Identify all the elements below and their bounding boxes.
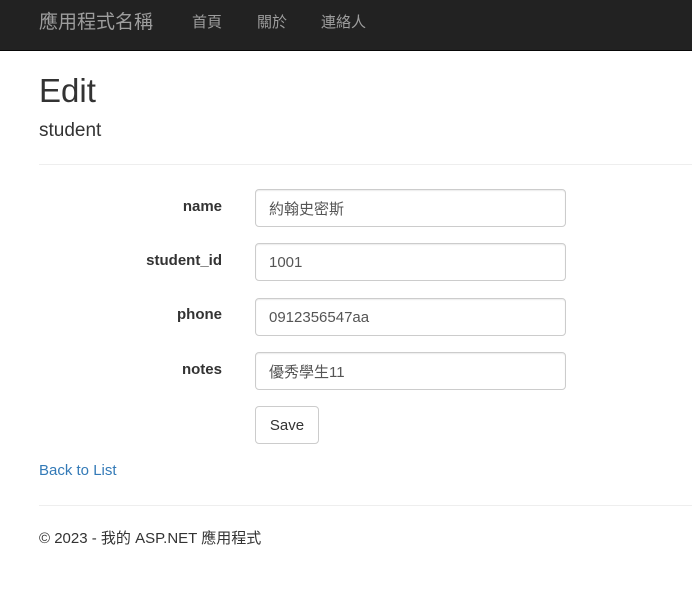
notes-field[interactable] [255,352,566,390]
phone-label: phone [177,306,222,323]
phone-field[interactable] [255,298,566,336]
nav-link-about[interactable]: 關於 [257,13,287,33]
page-subtitle: student [39,120,102,141]
app-brand-link[interactable]: 應用程式名稱 [39,11,153,35]
nav-link-contact[interactable]: 連絡人 [321,13,366,33]
name-field[interactable] [255,189,566,227]
back-to-list-link[interactable]: Back to List [39,461,117,481]
save-button[interactable]: Save [255,406,319,444]
footer-copyright: © 2023 - 我的 ASP.NET 應用程式 [39,530,262,547]
student-id-field[interactable] [255,243,566,281]
student-id-label: student_id [146,252,222,269]
footer-divider [39,505,692,506]
notes-label: notes [181,361,222,378]
name-label: name [182,198,222,215]
divider [39,164,692,165]
page-title: Edit [39,72,96,109]
nav-link-home[interactable]: 首頁 [192,13,222,33]
top-navbar: 應用程式名稱 首頁 關於 連絡人 [0,0,692,51]
